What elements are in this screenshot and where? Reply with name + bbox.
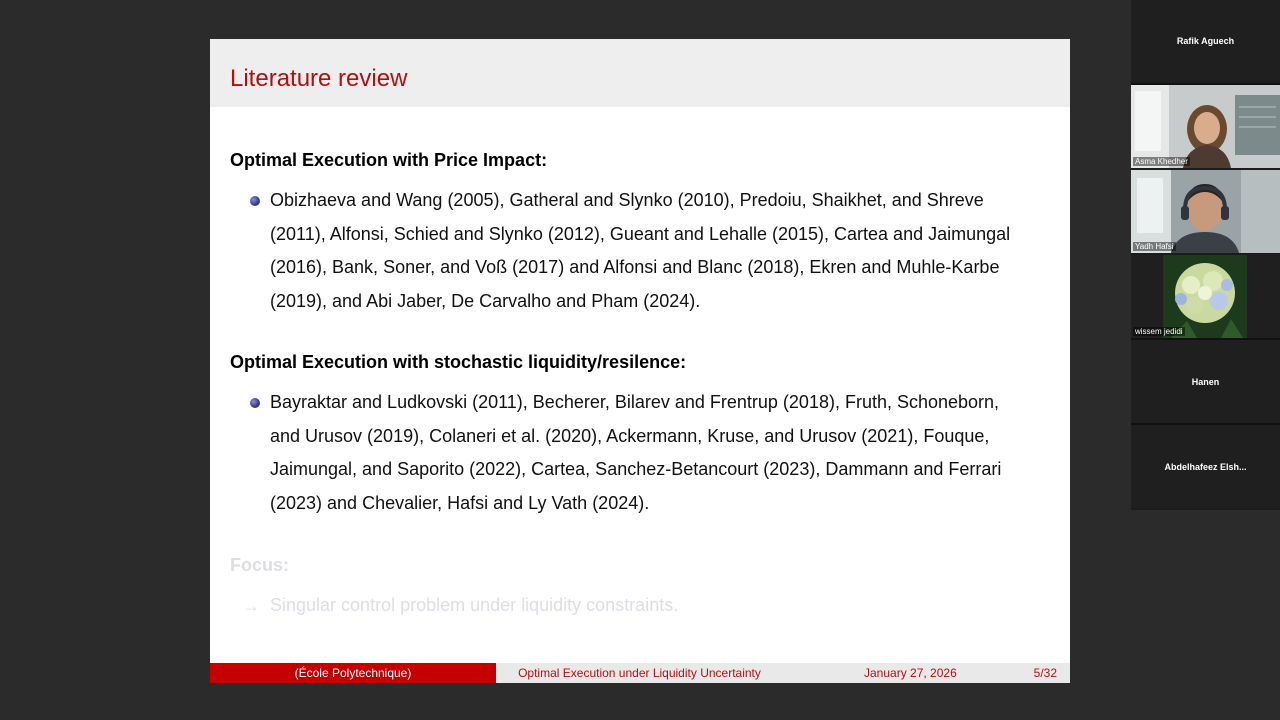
participant-tile-abdelhafeez[interactable]: Abdelhafeez Elsh... bbox=[1131, 425, 1280, 508]
participant-name: wissem jedidi bbox=[1133, 327, 1185, 336]
footer-institution: (École Polytechnique) bbox=[210, 663, 496, 683]
participant-video bbox=[1131, 170, 1280, 253]
participant-tile-yadh-hafsi[interactable]: Yadh Hafsi bbox=[1131, 170, 1280, 253]
reference-line: Obizhaeva and Wang (2005), Gatheral and … bbox=[270, 190, 984, 210]
reference-line: Bayraktar and Ludkovski (2011), Becherer… bbox=[270, 392, 1000, 412]
slide-title: Literature review bbox=[230, 65, 408, 92]
footer-date-page: January 27, 2026 5/32 bbox=[783, 663, 1070, 683]
reference-line: (2019), and Abi Jaber, De Carvalho and P… bbox=[270, 291, 701, 312]
bullet-icon bbox=[250, 196, 260, 206]
reference-line: (2011), Alfonsi, Schied and Slynko (2012… bbox=[270, 223, 1011, 244]
slide-header: Literature review bbox=[210, 39, 1070, 107]
bullet-stochastic-liquidity-references: Bayraktar and Ludkovski (2011), Becherer… bbox=[270, 386, 1060, 521]
focus-text: Singular control problem under liquidity… bbox=[270, 595, 679, 615]
presentation-slide: Literature review Optimal Execution with… bbox=[210, 39, 1070, 683]
participant-name: Hanen bbox=[1191, 377, 1220, 387]
reference-line: (2016), Bank, Soner, and Voß (2017) and … bbox=[270, 257, 1000, 278]
footer-date: January 27, 2026 bbox=[864, 666, 957, 680]
participant-name: Rafik Aguech bbox=[1176, 36, 1235, 46]
participant-name: Abdelhafeez Elsh... bbox=[1164, 462, 1247, 472]
footer-talk-title: Optimal Execution under Liquidity Uncert… bbox=[496, 663, 783, 683]
participant-video bbox=[1131, 85, 1280, 168]
participant-name: Yadh Hafsi bbox=[1133, 242, 1176, 251]
reference-line: (2023) and Chevalier, Hafsi and Ly Vath … bbox=[270, 493, 650, 514]
bullet-icon bbox=[250, 398, 260, 408]
participant-tile-rafik-aguech[interactable]: Rafik Aguech bbox=[1131, 0, 1280, 83]
participant-tile-wissem-jedidi[interactable]: wissem jedidi bbox=[1131, 255, 1280, 338]
bullet-price-impact-references: Obizhaeva and Wang (2005), Gatheral and … bbox=[270, 184, 1060, 319]
reference-line: Jaimungal, and Saporito (2022), Cartea, … bbox=[270, 459, 1002, 480]
right-arrow-icon: → bbox=[242, 596, 260, 616]
participant-avatar-image bbox=[1131, 255, 1280, 338]
slide-footer: (École Polytechnique) Optimal Execution … bbox=[210, 663, 1070, 683]
section-heading-price-impact: Optimal Execution with Price Impact: bbox=[230, 150, 548, 170]
focus-heading: Focus: bbox=[230, 555, 290, 575]
participants-panel: Rafik Aguech Asma Khedher Yadh Hafsi wis… bbox=[1131, 0, 1280, 510]
meeting-screen: Literature review Optimal Execution with… bbox=[0, 0, 1280, 720]
participant-tile-asma-khedher[interactable]: Asma Khedher bbox=[1131, 85, 1280, 168]
reference-line: and Urusov (2019), Colaneri et al. (2020… bbox=[270, 425, 990, 446]
section-heading-stochastic-liquidity: Optimal Execution with stochastic liquid… bbox=[230, 352, 687, 372]
participant-name: Asma Khedher bbox=[1133, 157, 1190, 166]
participant-tile-hanen[interactable]: Hanen bbox=[1131, 340, 1280, 423]
footer-page-number: 5/32 bbox=[1033, 666, 1057, 680]
